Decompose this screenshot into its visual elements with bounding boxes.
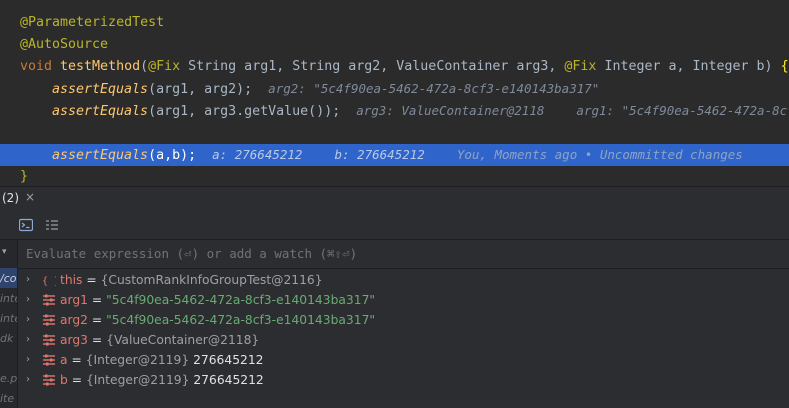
field-icon [43,334,55,346]
evaluate-expression-field[interactable]: Evaluate expression (⏎) or add a watch (… [18,240,789,269]
variable-name: a [60,353,68,367]
code-line-annotation-1: @ParameterizedTest [20,15,165,30]
frame-fragment[interactable]: /co [0,272,16,285]
frame-fragment[interactable]: e.pl [0,372,17,385]
assert-call: assertEquals [52,148,149,163]
chevron-down-icon[interactable]: ▾ [2,247,7,257]
variable-type: {ValueContainer@2118} [106,333,260,347]
variable-value: "5c4f90ea-5462-472a-8cf3-e140143ba317" [106,293,376,307]
inline-value-hint: arg2: "5c4f90ea-5462-472a-8cf3-e140143ba… [268,81,600,96]
code-line-5: assertEquals(arg1, arg3.getValue()); arg… [52,100,789,122]
assert-call: assertEquals [52,104,149,119]
field-icon [43,374,55,386]
chevron-right-icon[interactable]: › [26,370,36,390]
code-line-signature: void testMethod(@Fix String arg1, String… [20,56,789,78]
chevron-right-icon[interactable]: › [26,310,36,330]
frame-fragment[interactable]: inte [0,312,17,325]
console-icon[interactable] [19,218,33,232]
params-1: String arg1, String arg2, ValueContainer… [180,59,565,74]
field-icon [43,314,55,326]
variable-name: arg1 [60,293,89,307]
variable-row-arg3[interactable]: › arg3 = {ValueContainer@2118} [18,330,789,350]
variable-type: {Integer@2119} [85,353,190,367]
variable-row-b[interactable]: › b = {Integer@2119} 276645212 [18,370,789,390]
variable-name: b [60,373,68,387]
chevron-right-icon[interactable]: › [26,350,36,370]
variable-name: arg2 [60,313,89,327]
variable-row-arg1[interactable]: › arg1 = "5c4f90ea-5462-472a-8cf3-e14014… [18,290,789,310]
variables-panel: Evaluate expression (⏎) or add a watch (… [17,240,789,408]
code-line-4: assertEquals(arg1, arg2); arg2: "5c4f90e… [52,78,599,100]
inline-value-hint: arg1: "5c4f90ea-5462-472a-8cf3-e140143ba… [576,103,789,118]
keyword-void: void [20,59,61,74]
inline-value-hint: a: 276645212 [212,147,303,162]
variable-type: {Integer@2119} [85,373,190,387]
chevron-right-icon[interactable]: › [26,290,36,310]
call-args: (a,b); [148,148,197,163]
fix-annotation-2: @Fix [564,59,597,74]
variable-type: {CustomRankInfoGroupTest@2116} [100,273,323,287]
chevron-right-icon[interactable]: › [26,270,36,290]
evaluate-placeholder: Evaluate expression (⏎) or add a watch (… [26,246,358,261]
threads-variables-icon[interactable] [45,218,59,232]
variable-name: arg3 [60,333,89,347]
close-brace: } [20,169,29,184]
assert-call: assertEquals [52,82,149,97]
open-brace: { [780,59,789,74]
code-editor[interactable]: @ParameterizedTest @AutoSource void test… [0,0,789,186]
inline-value-hint: b: 276645212 [334,147,425,162]
call-args: (arg1, arg3.getValue()); [148,104,341,119]
frame-fragment[interactable]: inte [0,292,17,305]
method-name: testMethod [60,59,141,74]
variable-value: 276645212 [193,353,264,367]
debug-tab[interactable]: (2) [2,191,19,205]
inline-value-hint: arg3: ValueContainer@2118 [356,103,545,118]
chevron-right-icon[interactable]: › [26,330,36,350]
params-2: Integer a, Integer b) [596,59,781,74]
code-line-7: assertEquals(a,b); a: 276645212 b: 27664… [52,144,743,166]
frame-fragment[interactable]: ite [0,392,14,405]
variable-row-arg2[interactable]: › arg2 = "5c4f90ea-5462-472a-8cf3-e14014… [18,310,789,330]
code-line-annotation-2: @AutoSource [20,37,109,52]
debug-tab-bar: (2) × [0,186,789,211]
frame-fragment[interactable]: dk [0,332,13,345]
paren-open: ( [140,59,149,74]
frames-panel[interactable]: ▾ /co inte inte dk e.pl ite [0,240,17,408]
ide-window: @ParameterizedTest @AutoSource void test… [0,0,789,408]
variable-value: "5c4f90ea-5462-472a-8cf3-e140143ba317" [106,313,376,327]
call-args: (arg1, arg2); [148,82,253,97]
svg-text:{ }: { } [42,276,56,286]
fix-annotation-1: @Fix [148,59,181,74]
field-icon [43,354,55,366]
variable-name: this [60,273,83,287]
field-icon [43,294,55,306]
variable-row-this[interactable]: › { } this = {CustomRankInfoGroupTest@21… [18,270,789,290]
debug-toolbar [0,211,789,240]
object-icon: { } [42,276,56,286]
variable-row-a[interactable]: › a = {Integer@2119} 276645212 [18,350,789,370]
close-icon[interactable]: × [25,190,35,204]
variable-value: 276645212 [193,373,264,387]
git-blame-annotation: You, Moments ago • Uncommitted changes [456,147,743,162]
